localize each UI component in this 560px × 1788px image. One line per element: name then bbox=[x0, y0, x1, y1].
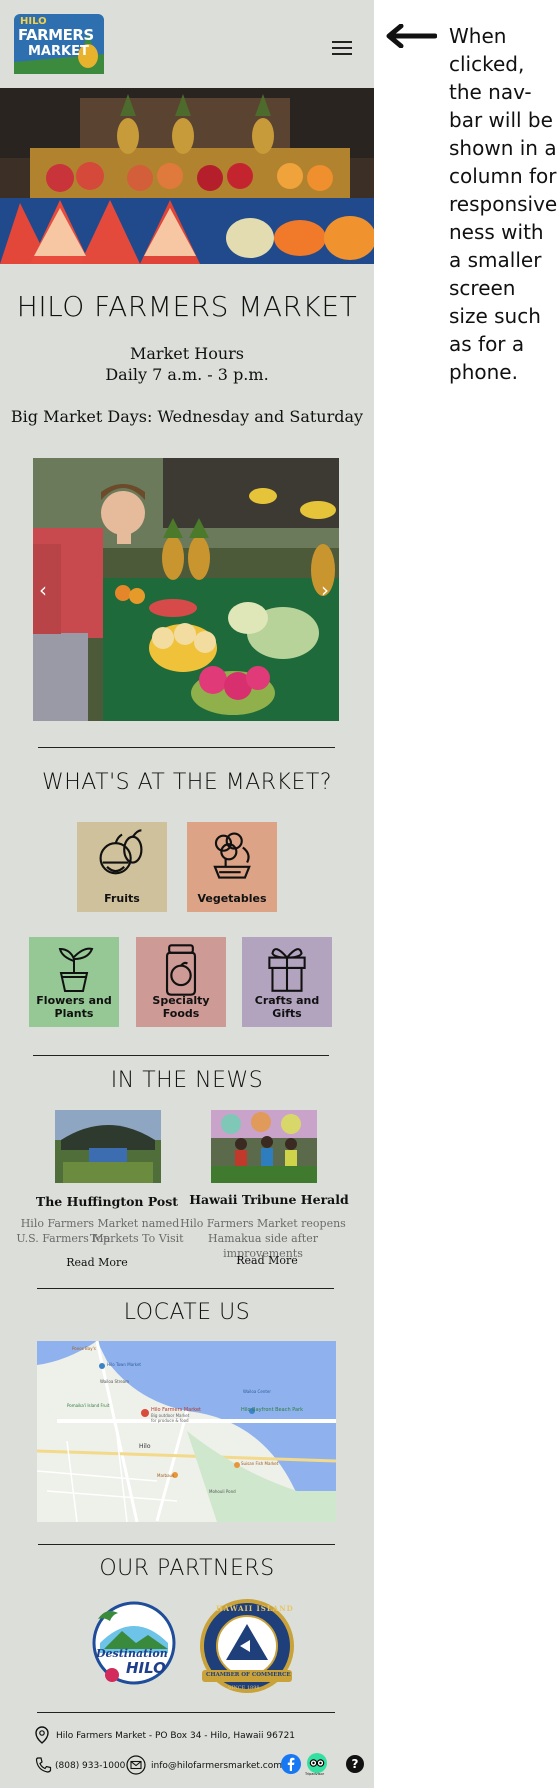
divider bbox=[38, 1544, 335, 1545]
help-icon[interactable]: ? bbox=[346, 1755, 364, 1773]
vegetable-icon bbox=[213, 832, 251, 879]
news-summary-line: Hilo Farmers Market reopens bbox=[180, 1217, 346, 1230]
chamber-top-text: HAWAII ISLAND bbox=[216, 1604, 294, 1613]
hero-image bbox=[0, 88, 374, 264]
news-source-tribune: Hawaii Tribune Herald bbox=[189, 1192, 349, 1207]
email-icon bbox=[126, 1755, 146, 1775]
carousel-prev-icon[interactable]: ‹ bbox=[39, 578, 47, 602]
logo-text-bottom: MARKET bbox=[28, 44, 89, 59]
news-section-title: IN THE NEWS bbox=[110, 1068, 264, 1093]
site-logo[interactable]: HILO FARMERS MARKET bbox=[14, 14, 104, 74]
destination-hilo-logo[interactable]: Destination HILO bbox=[90, 1597, 176, 1689]
category-tile-crafts-gifts[interactable]: Crafts and Gifts bbox=[242, 937, 332, 1027]
destination-hilo-text: HILO bbox=[126, 1659, 166, 1677]
chamber-since-text: SINCE 1898 bbox=[228, 1685, 260, 1691]
partners-section-title: OUR PARTNERS bbox=[99, 1556, 275, 1581]
category-tile-vegetables[interactable]: Vegetables bbox=[187, 822, 277, 912]
logo-text-mid: FARMERS bbox=[18, 26, 94, 44]
map-label: Pomaika'i Island Fruit bbox=[67, 1403, 110, 1408]
map-label: Hilo bbox=[139, 1443, 151, 1450]
market-hours-value: Daily 7 a.m. - 3 p.m. bbox=[105, 365, 269, 384]
phone-icon bbox=[35, 1757, 52, 1773]
category-tile-fruits[interactable]: Fruits bbox=[77, 822, 167, 912]
footer-email[interactable]: info@hilofarmersmarket.com bbox=[151, 1761, 282, 1771]
help-glyph: ? bbox=[351, 1757, 359, 1771]
phone-screen: HILO FARMERS MARKET HILO FARMERS MARKET … bbox=[0, 0, 374, 1788]
map-label: Wailoa Stream bbox=[100, 1379, 130, 1384]
news-image-huffington[interactable] bbox=[55, 1110, 161, 1183]
category-label: Specialty Foods bbox=[152, 994, 210, 1020]
big-market-days: Big Market Days: Wednesday and Saturday bbox=[10, 407, 364, 426]
divider bbox=[33, 1055, 329, 1056]
footer-phone[interactable]: (808) 933-1000 bbox=[55, 1761, 125, 1771]
category-tile-specialty-foods[interactable]: Specialty Foods bbox=[136, 937, 226, 1027]
location-map[interactable]: Hilo Farmers Market Big outdoor Market f… bbox=[37, 1341, 336, 1522]
location-pin-icon bbox=[35, 1726, 49, 1744]
arrow-left-icon bbox=[386, 24, 437, 48]
gift-icon bbox=[268, 948, 306, 992]
map-label: Suisan Fish Market bbox=[241, 1461, 279, 1466]
read-more-link[interactable]: Read More bbox=[182, 1254, 352, 1267]
news-image-tribune[interactable] bbox=[211, 1110, 317, 1183]
carousel-next-icon[interactable]: › bbox=[321, 578, 329, 602]
category-label: Vegetables bbox=[197, 892, 267, 905]
market-hours-label: Market Hours bbox=[130, 344, 244, 363]
photo-carousel[interactable]: ‹ › bbox=[33, 458, 339, 721]
map-label: for produce & food bbox=[151, 1418, 189, 1423]
divider bbox=[37, 1712, 335, 1713]
chamber-bottom-text: CHAMBER OF COMMERCE bbox=[206, 1672, 291, 1678]
annotation-note: When clicked, the nav-bar will be shown … bbox=[449, 24, 558, 384]
map-label: Marbaus bbox=[157, 1473, 175, 1478]
hamburger-menu-icon[interactable] bbox=[332, 41, 352, 57]
divider bbox=[38, 747, 335, 748]
category-label: Crafts and Gifts bbox=[254, 994, 320, 1020]
category-label: Flowers and Plants bbox=[36, 994, 112, 1020]
market-section-title: WHAT'S AT THE MARKET? bbox=[42, 770, 332, 795]
jar-icon bbox=[165, 944, 197, 996]
page-title: HILO FARMERS MARKET bbox=[16, 290, 358, 323]
plant-icon bbox=[58, 947, 94, 992]
category-label: Fruits bbox=[104, 892, 140, 905]
map-label: Hilo Bayfront Beach Park bbox=[241, 1407, 304, 1413]
locate-section-title: LOCATE US bbox=[123, 1300, 251, 1325]
tripadvisor-icon[interactable]: Tripadvisor bbox=[305, 1753, 328, 1776]
facebook-icon[interactable] bbox=[281, 1754, 301, 1774]
map-label: Wailoa Center bbox=[243, 1389, 272, 1394]
footer-address: Hilo Farmers Market - PO Box 34 - Hilo, … bbox=[56, 1731, 296, 1741]
news-source-huffington: The Huffington Post bbox=[35, 1194, 179, 1209]
read-more-link[interactable]: Read More bbox=[12, 1256, 182, 1269]
tripadvisor-label: Tripadvisor bbox=[305, 1772, 325, 1776]
news-summary-line: U.S. Farmers Markets To Visit bbox=[16, 1232, 184, 1245]
site-header: HILO FARMERS MARKET bbox=[0, 0, 374, 88]
map-label: Mohouli Pond bbox=[209, 1489, 236, 1494]
category-tile-flowers-plants[interactable]: Flowers and Plants bbox=[29, 937, 119, 1027]
map-label: Ponos Bay's bbox=[72, 1346, 96, 1351]
divider bbox=[37, 1288, 334, 1289]
fruit-icon bbox=[99, 829, 143, 875]
hawaii-chamber-logo[interactable]: HAWAII ISLAND CHAMBER OF COMMERCE SINCE … bbox=[198, 1598, 296, 1698]
map-label: Hilo Town Market bbox=[107, 1362, 141, 1367]
